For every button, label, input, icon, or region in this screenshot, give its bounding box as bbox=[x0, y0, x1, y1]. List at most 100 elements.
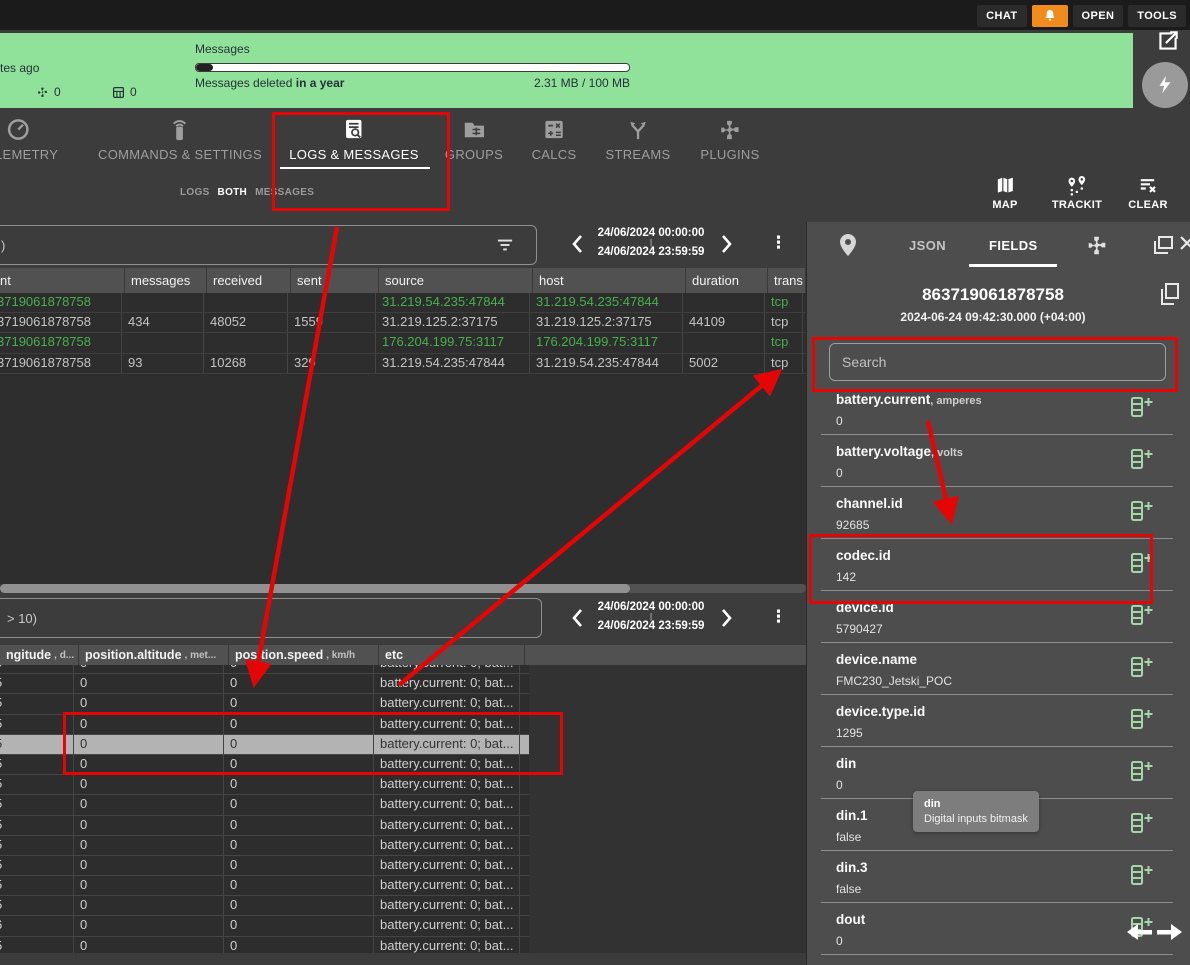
field-name: device.type.id bbox=[836, 704, 925, 719]
positions-menu-button[interactable]: ⋮ bbox=[770, 608, 787, 626]
date-range-bottom[interactable]: 24/06/2024 00:00:00 | 24/06/2024 23:59:5… bbox=[576, 601, 726, 632]
message-row[interactable]: 371906187875843448052155931.219.125.2:37… bbox=[0, 313, 806, 333]
panel-tab-fields[interactable]: FIELDS bbox=[989, 238, 1038, 253]
position-row[interactable]: 500battery.current: 0; bat... bbox=[0, 674, 529, 694]
position-row[interactable]: 500battery.current: 0; bat... bbox=[0, 937, 529, 953]
map-button[interactable]: MAP bbox=[992, 176, 1017, 211]
fields-search-input[interactable] bbox=[829, 343, 1166, 381]
open-in-new-icon[interactable] bbox=[1155, 28, 1181, 54]
field-row-codec.id[interactable]: codec.id142 bbox=[821, 539, 1173, 591]
table-cell: 0 bbox=[74, 665, 224, 673]
tab-telemetry[interactable]: TELEMETRY bbox=[0, 117, 58, 162]
tab-calcs[interactable]: CALCS bbox=[532, 117, 577, 162]
clear-button[interactable]: CLEAR bbox=[1128, 176, 1167, 211]
subtab-logs[interactable]: LOGS bbox=[180, 187, 210, 198]
position-row[interactable]: 500battery.current: 0; bat... bbox=[0, 755, 529, 775]
field-row-device.type.id[interactable]: device.type.id1295 bbox=[821, 695, 1173, 747]
field-row-battery.current[interactable]: battery.current, amperes0 bbox=[821, 383, 1173, 435]
message-row[interactable]: 3719061878758176.204.199.75:3117176.204.… bbox=[0, 333, 806, 353]
open-button[interactable]: OPEN bbox=[1073, 5, 1124, 27]
add-column-icon[interactable] bbox=[1129, 811, 1155, 840]
field-row-battery.voltage[interactable]: battery.voltage, volts0 bbox=[821, 435, 1173, 487]
position-row[interactable]: 600battery.current: 0; bat... bbox=[0, 916, 529, 936]
date-range-top[interactable]: 24/06/2024 00:00:00 | 24/06/2024 23:59:5… bbox=[576, 227, 726, 258]
message-timestamp: 2024-06-24 09:42:30.000 (+04:00) bbox=[807, 310, 1179, 324]
logs-menu-button[interactable]: ⋮ bbox=[770, 234, 787, 252]
tab-logs-messages[interactable]: LOGS & MESSAGES bbox=[289, 117, 419, 162]
position-row[interactable]: 500battery.current: 0; bat... bbox=[0, 715, 529, 735]
field-row-dout[interactable]: dout0 bbox=[821, 903, 1173, 955]
column-header[interactable]: received bbox=[207, 268, 291, 293]
next-interval-button[interactable] bbox=[720, 234, 734, 254]
add-column-icon[interactable] bbox=[1129, 759, 1155, 788]
message-row[interactable]: 3719061878758931026832931.219.54.235:478… bbox=[0, 354, 806, 374]
tab-streams[interactable]: STREAMS bbox=[606, 117, 671, 162]
table-cell: 329 bbox=[288, 354, 376, 373]
column-header[interactable]: messages bbox=[125, 268, 207, 293]
table-cell: 5 bbox=[0, 795, 74, 814]
position-row[interactable]: 500battery.current: 0; bat... bbox=[0, 665, 529, 674]
column-header[interactable]: host bbox=[533, 268, 686, 293]
position-row[interactable]: 500battery.current: 0; bat... bbox=[0, 836, 529, 856]
add-column-icon[interactable] bbox=[1129, 551, 1155, 580]
close-icon[interactable] bbox=[1179, 235, 1190, 251]
table-cell: battery.current: 0; bat... bbox=[374, 836, 520, 855]
add-column-icon[interactable] bbox=[1129, 447, 1155, 476]
horizontal-scrollbar[interactable] bbox=[0, 584, 806, 593]
chat-button[interactable]: CHAT bbox=[977, 5, 1026, 27]
add-column-icon[interactable] bbox=[1129, 707, 1155, 736]
popout-icon[interactable] bbox=[1152, 235, 1174, 255]
column-header[interactable]: source bbox=[379, 268, 533, 293]
quota-title: Messages bbox=[195, 42, 630, 56]
tools-button[interactable]: TOOLS bbox=[1128, 5, 1186, 27]
positions-filter-input[interactable]: > 10) bbox=[0, 598, 542, 638]
copy-icon[interactable] bbox=[1159, 282, 1181, 306]
tab-plugins[interactable]: PLUGINS bbox=[700, 117, 759, 162]
messages-filter-input[interactable]: ) bbox=[0, 225, 537, 265]
message-row[interactable]: 371906187875831.219.54.235:4784431.219.5… bbox=[0, 293, 806, 313]
column-header[interactable]: ngitude, d... bbox=[0, 645, 79, 665]
column-header[interactable]: nt bbox=[0, 268, 125, 293]
column-header[interactable]: position.altitude, met... bbox=[79, 645, 229, 665]
next-interval-button-2[interactable] bbox=[720, 608, 734, 628]
next-message-button[interactable] bbox=[1156, 922, 1183, 942]
position-row[interactable]: 500battery.current: 0; bat... bbox=[0, 775, 529, 795]
field-row-din.3[interactable]: din.3false bbox=[821, 851, 1173, 903]
notifications-button[interactable] bbox=[1032, 5, 1068, 27]
position-row[interactable]: 500battery.current: 0; bat... bbox=[0, 795, 529, 815]
filter-icon[interactable] bbox=[496, 237, 514, 253]
position-row[interactable]: 500battery.current: 0; bat... bbox=[0, 735, 529, 755]
position-row[interactable]: 500battery.current: 0; bat... bbox=[0, 816, 529, 836]
trackit-button[interactable]: TRACKIT bbox=[1052, 176, 1102, 211]
subtab-both[interactable]: BOTH bbox=[218, 187, 248, 198]
field-row-channel.id[interactable]: channel.id92685 bbox=[821, 487, 1173, 539]
quick-actions-fab[interactable] bbox=[1142, 62, 1188, 108]
plugin-icon[interactable] bbox=[1085, 233, 1109, 257]
tab-commands-settings[interactable]: COMMANDS & SETTINGS bbox=[98, 117, 262, 162]
panel-tab-json[interactable]: JSON bbox=[909, 238, 946, 253]
add-column-icon[interactable] bbox=[1129, 603, 1155, 632]
add-column-icon[interactable] bbox=[1129, 863, 1155, 892]
table-cell: 0 bbox=[74, 795, 224, 814]
column-header[interactable]: sent bbox=[291, 268, 379, 293]
tab-groups[interactable]: GROUPS bbox=[445, 117, 503, 162]
column-header[interactable]: etc bbox=[379, 645, 525, 665]
prev-message-button[interactable] bbox=[1126, 922, 1153, 942]
column-header[interactable]: duration bbox=[686, 268, 768, 293]
add-column-icon[interactable] bbox=[1129, 395, 1155, 424]
column-header[interactable]: position.speed, km/h bbox=[229, 645, 379, 665]
scrollbar-thumb[interactable] bbox=[0, 584, 630, 593]
field-row-device.id[interactable]: device.id5790427 bbox=[821, 591, 1173, 643]
location-pin-icon[interactable] bbox=[837, 233, 859, 259]
position-row[interactable]: 500battery.current: 0; bat... bbox=[0, 896, 529, 916]
position-row[interactable]: 500battery.current: 0; bat... bbox=[0, 694, 529, 714]
subtab-messages[interactable]: MESSAGES bbox=[255, 187, 314, 198]
field-name: din bbox=[836, 756, 856, 771]
column-header[interactable]: trans bbox=[768, 268, 806, 293]
table-cell: 5 bbox=[0, 896, 74, 915]
add-column-icon[interactable] bbox=[1129, 655, 1155, 684]
position-row[interactable]: 500battery.current: 0; bat... bbox=[0, 856, 529, 876]
position-row[interactable]: 500battery.current: 0; bat... bbox=[0, 876, 529, 896]
add-column-icon[interactable] bbox=[1129, 499, 1155, 528]
field-row-device.name[interactable]: device.nameFMC230_Jetski_POC bbox=[821, 643, 1173, 695]
